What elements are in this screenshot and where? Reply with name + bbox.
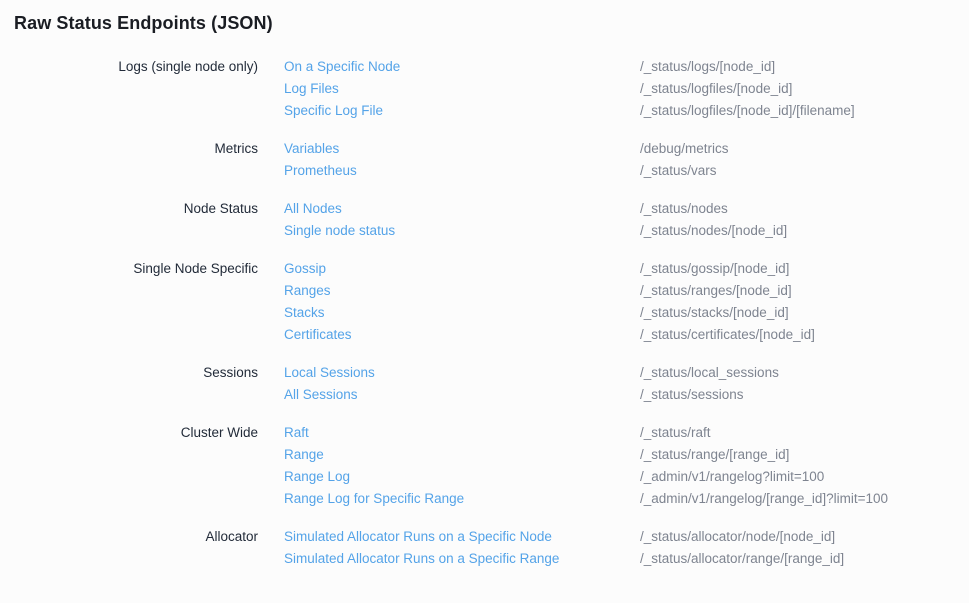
endpoint-group: Metrics Variables/debug/metrics Prometheus… [0,138,969,182]
category-label: Sessions [0,362,258,384]
endpoint-group: Sessions Local Sessions /_status/local_ses… [0,362,969,406]
category-label: Node Status [0,198,258,220]
endpoint-path: /_status/logs/[node_id] [640,56,969,78]
endpoint-group: Node Status All Nodes /_status/nodes Single… [0,198,969,242]
endpoint-path: /_status/logfiles/[node_id] [640,78,969,100]
endpoint-link[interactable]: Local Sessions [284,362,614,384]
endpoint-link[interactable]: Variables [284,138,614,160]
endpoint-table: Logs (single node only) On a Specific Nod… [0,56,969,570]
endpoint-path: /_status/ranges/[node_id] [640,280,969,302]
endpoint-link[interactable]: Single node status [284,220,614,242]
category-label: Metrics [0,138,258,160]
endpoint-path: /_status/certificates/[node_id] [640,324,969,346]
endpoint-link[interactable]: Range [284,444,614,466]
endpoint-path: /_admin/v1/rangelog?limit=100 [640,466,969,488]
endpoint-group: Allocator Simulated Allocator Runs on a S… [0,526,969,570]
endpoint-link[interactable]: All Nodes [284,198,614,220]
endpoint-link[interactable]: Simulated Allocator Runs on a Specific R… [284,548,614,570]
endpoint-path: /_status/sessions [640,384,969,406]
category-label: Logs (single node only) [0,56,258,78]
page-title: Raw Status Endpoints (JSON) [14,13,969,34]
category-label: Cluster Wide [0,422,258,444]
endpoint-path: /_status/vars [640,160,969,182]
endpoint-path: /_admin/v1/rangelog/[range_id]?limit=100 [640,488,969,510]
page: Raw Status Endpoints (JSON) Logs (single… [0,13,969,603]
endpoint-group: Cluster Wide Raft /_status/raft Range /_stat… [0,422,969,510]
endpoint-link[interactable]: Specific Log File [284,100,614,122]
endpoint-link[interactable]: Prometheus [284,160,614,182]
endpoint-path: /_status/gossip/[node_id] [640,258,969,280]
category-label: Allocator [0,526,258,548]
endpoint-link[interactable]: Range Log [284,466,614,488]
endpoint-link[interactable]: Range Log for Specific Range [284,488,614,510]
endpoint-path: /_status/local_sessions [640,362,969,384]
endpoint-path: /_status/logfiles/[node_id]/[filename] [640,100,969,122]
endpoint-group: Logs (single node only) On a Specific Nod… [0,56,969,122]
endpoint-path: /_status/stacks/[node_id] [640,302,969,324]
endpoint-link[interactable]: Raft [284,422,614,444]
endpoint-path: /_status/raft [640,422,969,444]
endpoint-link[interactable]: Simulated Allocator Runs on a Specific N… [284,526,614,548]
endpoint-link[interactable]: Log Files [284,78,614,100]
endpoint-link[interactable]: All Sessions [284,384,614,406]
endpoint-group: Single Node Specific Gossip /_status/gossi… [0,258,969,346]
endpoint-path: /debug/metrics [640,138,969,160]
endpoint-link[interactable]: Gossip [284,258,614,280]
endpoint-path: /_status/nodes [640,198,969,220]
endpoint-link[interactable]: Certificates [284,324,614,346]
endpoint-path: /_status/allocator/node/[node_id] [640,526,969,548]
endpoint-path: /_status/nodes/[node_id] [640,220,969,242]
endpoint-link[interactable]: On a Specific Node [284,56,614,78]
endpoint-link[interactable]: Stacks [284,302,614,324]
category-label: Single Node Specific [0,258,258,280]
endpoint-path: /_status/allocator/range/[range_id] [640,548,969,570]
endpoint-link[interactable]: Ranges [284,280,614,302]
endpoint-path: /_status/range/[range_id] [640,444,969,466]
